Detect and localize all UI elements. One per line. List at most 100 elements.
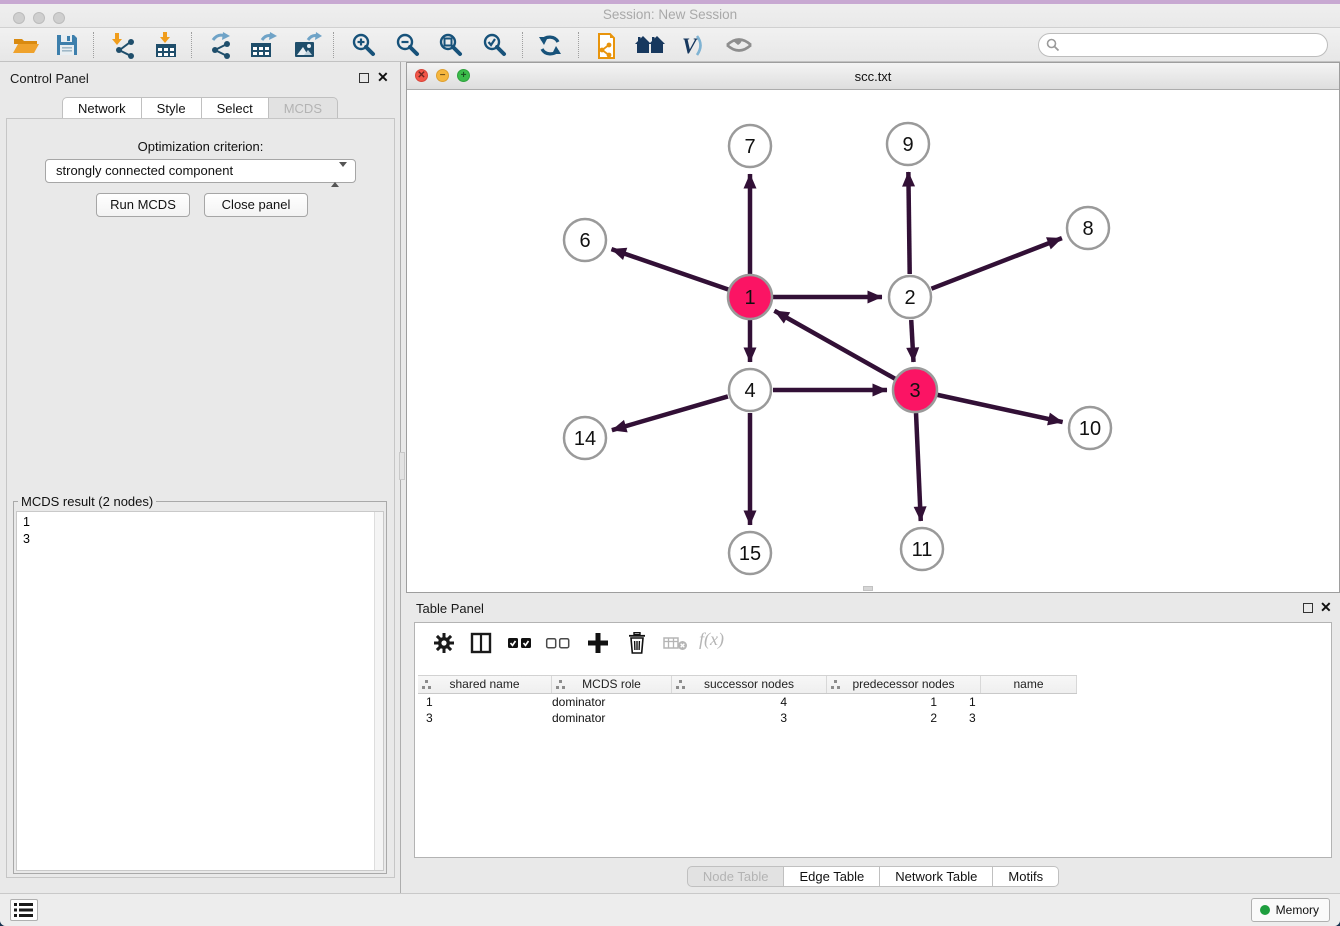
table-cell[interactable]: 3 <box>418 710 544 726</box>
table-cell[interactable]: 3 <box>656 710 799 726</box>
node-4[interactable]: 4 <box>729 369 771 411</box>
mcds-result-line: 3 <box>23 531 377 548</box>
svg-text:6: 6 <box>579 230 590 252</box>
column-header-name[interactable]: name <box>981 676 1077 693</box>
table-row[interactable]: 1dominator411 <box>418 694 1330 710</box>
tab-mcds[interactable]: MCDS <box>269 97 338 119</box>
node-8[interactable]: 8 <box>1067 207 1109 249</box>
mcds-result-legend: MCDS result (2 nodes) <box>18 494 156 509</box>
import-table-icon[interactable] <box>152 32 182 59</box>
edge-3-11[interactable] <box>916 413 921 521</box>
table-cell[interactable]: 1 <box>799 694 945 710</box>
float-table-panel-icon[interactable] <box>1303 603 1313 613</box>
import-network-icon[interactable] <box>107 32 137 59</box>
zoom-fit-icon[interactable] <box>437 32 467 59</box>
edge-1-6[interactable] <box>611 249 728 289</box>
svg-text:1: 1 <box>744 287 755 309</box>
column-header-successor-nodes[interactable]: successor nodes <box>672 676 827 693</box>
table-cell[interactable]: 1 <box>418 694 544 710</box>
node-10[interactable]: 10 <box>1069 407 1111 449</box>
memory-button[interactable]: Memory <box>1251 898 1330 922</box>
deselect-all-checkboxes-icon[interactable] <box>545 632 571 656</box>
edge-4-14[interactable] <box>612 396 728 430</box>
column-header-MCDS-role[interactable]: MCDS role <box>552 676 672 693</box>
zoom-in-icon[interactable] <box>350 32 380 59</box>
show-style-preview-icon[interactable]: V <box>680 32 710 59</box>
criterion-select[interactable]: strongly connected component <box>45 159 356 183</box>
network-splitter-handle[interactable] <box>863 586 873 591</box>
export-table-icon[interactable] <box>248 32 278 59</box>
node-11[interactable]: 11 <box>901 528 943 570</box>
add-column-icon[interactable] <box>587 632 613 656</box>
tab-network[interactable]: Network <box>62 97 142 119</box>
criterion-value: strongly connected component <box>56 163 233 178</box>
delete-column-icon[interactable] <box>627 632 653 656</box>
table-settings-icon[interactable] <box>433 632 459 656</box>
table-cell[interactable]: 3 <box>945 710 1017 726</box>
column-header-shared-name[interactable]: shared name <box>418 676 552 693</box>
titlebar: Session: New Session <box>0 0 1340 28</box>
edge-2-9[interactable] <box>908 172 909 274</box>
result-scrollbar[interactable] <box>374 512 383 870</box>
search-field[interactable] <box>1038 33 1328 57</box>
column-header-predecessor-nodes[interactable]: predecessor nodes <box>827 676 981 693</box>
export-network-icon[interactable] <box>205 32 235 59</box>
export-image-icon[interactable] <box>292 32 322 59</box>
search-input[interactable] <box>1065 35 1321 55</box>
tab-style[interactable]: Style <box>142 97 202 119</box>
node-14[interactable]: 14 <box>564 417 606 459</box>
tab-node-table[interactable]: Node Table <box>687 866 785 887</box>
network-canvas[interactable]: 7 9 6 8 1 2 4 3 14 10 15 11 <box>407 90 1339 592</box>
edge-2-8[interactable] <box>931 238 1061 289</box>
svg-text:8: 8 <box>1082 218 1093 240</box>
node-6[interactable]: 6 <box>564 219 606 261</box>
table-cell[interactable]: dominator <box>544 694 656 710</box>
close-panel-icon[interactable]: ✕ <box>377 69 389 86</box>
table-row[interactable]: 3dominator323 <box>418 710 1330 726</box>
table-cell[interactable]: 2 <box>799 710 945 726</box>
close-table-panel-icon[interactable]: ✕ <box>1320 599 1332 616</box>
table-cell[interactable]: 4 <box>656 694 799 710</box>
zoom-out-icon[interactable] <box>394 32 424 59</box>
run-mcds-button[interactable]: Run MCDS <box>96 193 190 217</box>
network-window-titlebar[interactable]: ✕ − + scc.txt <box>407 63 1339 90</box>
edge-2-3[interactable] <box>911 320 913 362</box>
edge-3-1[interactable] <box>774 311 895 379</box>
node-7[interactable]: 7 <box>729 125 771 167</box>
close-panel-button[interactable]: Close panel <box>204 193 308 217</box>
control-panel-title: Control Panel <box>10 71 89 86</box>
panel-splitter-handle[interactable] <box>399 452 405 480</box>
float-panel-icon[interactable] <box>359 73 369 83</box>
mcds-result-area[interactable]: 13 <box>16 511 384 871</box>
node-1[interactable]: 1 <box>728 275 772 319</box>
network-from-file-icon[interactable] <box>592 32 622 59</box>
zoom-selected-icon[interactable] <box>481 32 511 59</box>
task-history-button[interactable] <box>10 899 38 921</box>
refresh-layout-icon[interactable] <box>536 32 566 59</box>
node-2[interactable]: 2 <box>889 276 931 318</box>
home-icon[interactable] <box>634 32 664 59</box>
table-cell[interactable]: 1 <box>945 694 1017 710</box>
node-15[interactable]: 15 <box>729 532 771 574</box>
main-toolbar: V <box>0 28 1340 62</box>
network-title: scc.txt <box>407 69 1339 84</box>
application-window: Session: New Session <box>0 0 1340 926</box>
save-session-icon[interactable] <box>54 32 84 59</box>
table-panel-title: Table Panel <box>416 601 484 616</box>
select-all-checkboxes-icon[interactable] <box>507 632 533 656</box>
node-3[interactable]: 3 <box>893 368 937 412</box>
table-cell[interactable]: dominator <box>544 710 656 726</box>
hide-graphics-details-icon[interactable] <box>724 32 754 59</box>
svg-text:2: 2 <box>904 287 915 309</box>
shared-column-icon <box>559 680 562 683</box>
shared-column-icon <box>834 680 837 683</box>
tab-edge-table[interactable]: Edge Table <box>784 866 880 887</box>
toolbar-separator <box>578 32 579 58</box>
edge-3-10[interactable] <box>937 395 1062 422</box>
show-columns-icon[interactable] <box>470 632 496 656</box>
node-9[interactable]: 9 <box>887 123 929 165</box>
tab-network-table[interactable]: Network Table <box>880 866 993 887</box>
open-session-icon[interactable] <box>12 32 42 59</box>
tab-select[interactable]: Select <box>202 97 269 119</box>
tab-motifs[interactable]: Motifs <box>993 866 1059 887</box>
